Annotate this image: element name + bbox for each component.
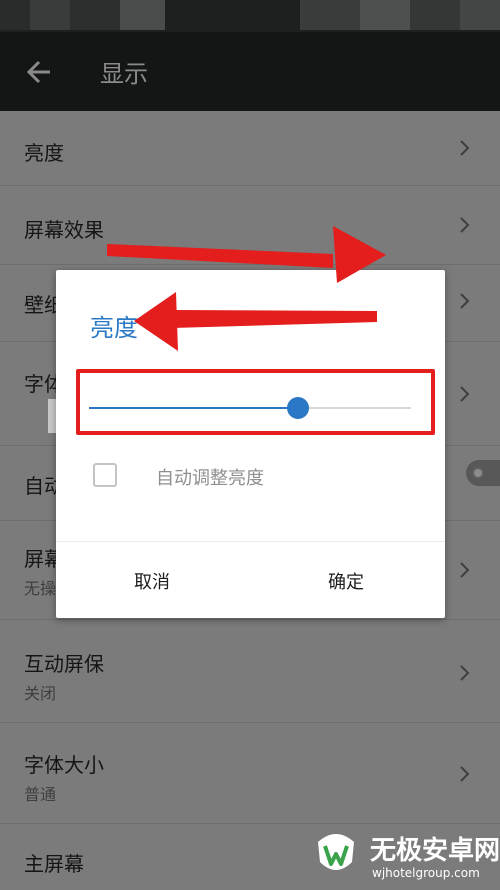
settings-item-interactive-screensaver[interactable]: 互动屏保 关闭 — [0, 620, 500, 723]
chevron-right-icon — [460, 562, 470, 578]
cancel-button[interactable]: 取消 — [134, 568, 170, 594]
brightness-slider[interactable] — [89, 397, 411, 419]
settings-item-sub: 普通 — [24, 785, 57, 804]
chevron-right-icon — [460, 293, 470, 309]
toggle-switch[interactable] — [466, 460, 500, 486]
settings-item-font-size[interactable]: 字体大小 普通 — [0, 723, 500, 824]
dialog-divider — [56, 541, 445, 542]
settings-item-label: 壁纸 — [24, 293, 58, 317]
chevron-right-icon — [460, 217, 470, 233]
brightness-dialog: 亮度 自动调整亮度 取消 确定 — [56, 270, 445, 618]
settings-item-sub: 关闭 — [24, 684, 57, 703]
settings-item-label: 主屏幕 — [24, 852, 84, 876]
auto-brightness-label: 自动调整亮度 — [156, 468, 264, 489]
settings-item-label: 字体大小 — [24, 753, 104, 777]
watermark-logo-icon — [318, 834, 354, 870]
settings-item-screen-effect[interactable]: 屏幕效果 — [0, 186, 500, 265]
page-title: 显示 — [100, 60, 148, 88]
watermark: 无极安卓网 wjhotelgroup.com — [298, 820, 500, 890]
settings-item-label: 字体 — [24, 372, 58, 396]
settings-item-label: 屏幕效果 — [24, 218, 104, 242]
settings-item-label: 屏幕 — [24, 547, 58, 571]
settings-item-label: 互动屏保 — [24, 652, 104, 676]
slider-fill — [89, 407, 299, 409]
watermark-url: wjhotelgroup.com — [372, 866, 480, 880]
ok-button[interactable]: 确定 — [328, 568, 364, 594]
status-bar — [0, 0, 500, 32]
chevron-right-icon — [460, 140, 470, 156]
settings-item-brightness[interactable]: 亮度 — [0, 111, 500, 186]
chevron-right-icon — [460, 766, 470, 782]
settings-item-sub: 无操 — [24, 579, 57, 598]
settings-item-label: 亮度 — [24, 141, 64, 165]
back-arrow-icon[interactable] — [26, 60, 52, 84]
auto-brightness-checkbox[interactable] — [93, 463, 117, 487]
dialog-title: 亮度 — [90, 314, 138, 342]
chevron-right-icon — [460, 386, 470, 402]
annotation-highlight-box — [76, 369, 435, 435]
settings-item-label: 自动 — [24, 474, 58, 498]
chevron-right-icon — [460, 665, 470, 681]
app-bar: 显示 — [0, 32, 500, 111]
watermark-title: 无极安卓网 — [370, 836, 500, 866]
